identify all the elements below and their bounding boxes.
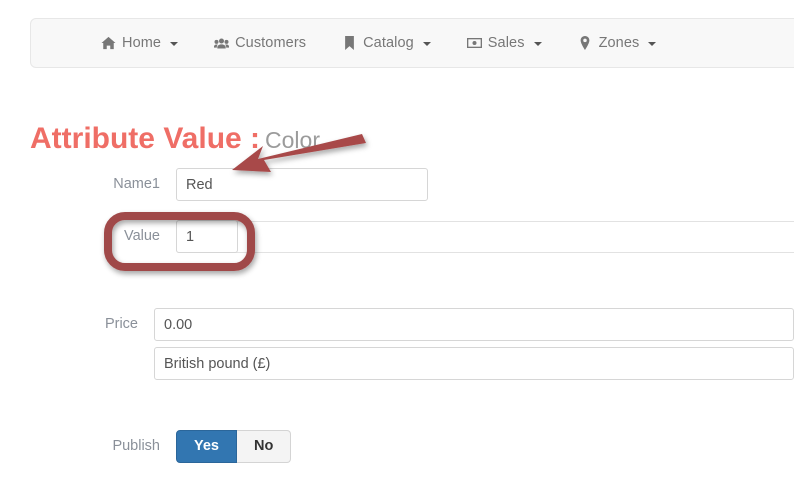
home-icon — [101, 36, 116, 50]
page-title-main: Attribute Value : — [30, 122, 261, 156]
currency-select[interactable] — [154, 347, 794, 380]
form-row-publish: Publish Yes No — [0, 430, 794, 463]
price-input[interactable] — [154, 308, 794, 341]
chevron-down-icon — [533, 42, 542, 46]
nav-item-customers[interactable]: Customers — [196, 35, 324, 51]
price-label: Price — [104, 316, 138, 332]
nav-item-sales[interactable]: Sales — [449, 35, 560, 51]
nav-label-zones: Zones — [598, 35, 640, 51]
money-bill-icon — [466, 36, 482, 50]
navbar-items: Home Customers Catalog Sales Zones — [31, 19, 794, 67]
chevron-down-icon — [422, 42, 431, 46]
chevron-down-icon — [648, 42, 657, 46]
page-title-subject: Color — [265, 127, 320, 154]
price-control — [154, 308, 794, 380]
form-row-name: Name1 — [0, 168, 794, 201]
publish-label: Publish — [112, 438, 160, 454]
nav-item-catalog[interactable]: Catalog — [324, 35, 449, 51]
bookmark-icon — [342, 36, 357, 50]
chevron-down-icon — [170, 42, 179, 46]
form-row-value: Value — [0, 220, 794, 256]
publish-yes-button[interactable]: Yes — [176, 430, 237, 463]
main-navbar: Home Customers Catalog Sales Zones — [30, 18, 794, 68]
map-marker-icon — [578, 36, 593, 50]
publish-control: Yes No — [176, 430, 794, 463]
value-control — [176, 220, 794, 256]
name-label: Name1 — [113, 176, 160, 192]
nav-label-home: Home — [122, 35, 162, 51]
value-input[interactable] — [176, 220, 238, 253]
nav-item-zones[interactable]: Zones — [560, 35, 675, 51]
name-input[interactable] — [176, 168, 428, 201]
value-field-underlay — [176, 221, 794, 253]
value-label: Value — [123, 228, 160, 244]
nav-item-home[interactable]: Home — [83, 35, 196, 51]
publish-toggle-group: Yes No — [176, 430, 292, 463]
nav-label-catalog: Catalog — [363, 35, 414, 51]
nav-label-sales: Sales — [487, 35, 525, 51]
nav-label-customers: Customers — [235, 35, 307, 51]
form-row-price: Price — [0, 308, 794, 380]
users-icon — [214, 36, 230, 50]
publish-no-button[interactable]: No — [237, 430, 292, 463]
name-control — [176, 168, 794, 201]
page-title: Attribute Value : Color — [30, 122, 320, 156]
